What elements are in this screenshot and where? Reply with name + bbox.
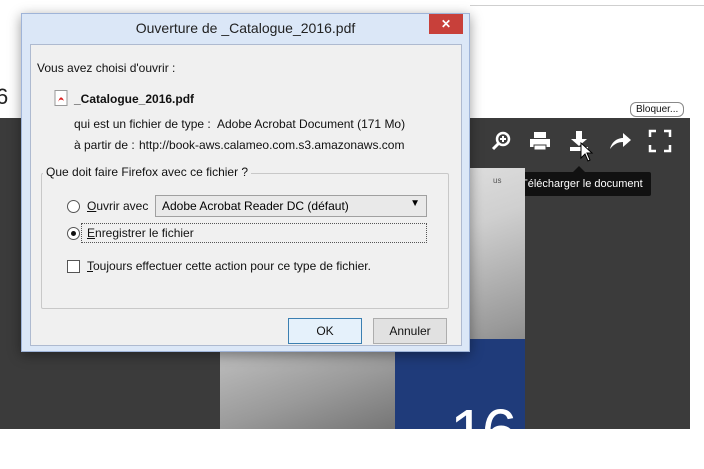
dialog-body: Vous avez choisi d'ouvrir : _Catalogue_2… — [30, 44, 462, 346]
application-select-value: Adobe Acrobat Reader DC (défaut) — [162, 199, 349, 213]
save-file-label[interactable]: Enregistrer le fichier — [87, 226, 194, 240]
always-text: oujours effectuer cette action pour ce t… — [93, 259, 371, 273]
save-file-accel: E — [87, 226, 96, 240]
cover-year: 16 — [450, 396, 517, 468]
share-icon[interactable] — [605, 126, 635, 156]
cancel-button[interactable]: Annuler — [373, 318, 447, 344]
chevron-down-icon: ▼ — [410, 198, 420, 209]
download-tooltip: Télécharger le document — [513, 166, 651, 196]
from-label: à partir de : — [74, 138, 135, 152]
dialog-titlebar[interactable]: Ouverture de _Catalogue_2016.pdf — [22, 14, 469, 42]
close-button[interactable]: ✕ — [429, 14, 463, 34]
open-with-text: uvrir avec — [96, 199, 149, 213]
open-with-accel: O — [87, 199, 97, 213]
always-label[interactable]: Toujours effectuer cette action pour ce … — [87, 259, 371, 273]
open-file-dialog: Ouverture de _Catalogue_2016.pdf ✕ Vous … — [21, 13, 470, 352]
fullscreen-icon[interactable] — [645, 126, 675, 156]
save-file-radio[interactable] — [67, 227, 80, 240]
type-value: Adobe Acrobat Document (171 Mo) — [217, 117, 406, 131]
mouse-cursor — [580, 141, 594, 167]
dialog-title: Ouverture de _Catalogue_2016.pdf — [135, 20, 356, 36]
file-name: _Catalogue_2016.pdf — [74, 92, 195, 106]
chosen-label: Vous avez choisi d'ouvrir : — [37, 61, 176, 75]
ok-button[interactable]: OK — [288, 318, 362, 344]
page-margin — [690, 118, 704, 429]
divider — [470, 5, 704, 6]
open-with-radio[interactable] — [67, 200, 80, 213]
pdf-file-icon — [54, 90, 68, 106]
block-popup-button[interactable]: Bloquer... — [630, 102, 685, 117]
application-select[interactable]: Adobe Acrobat Reader DC (défaut) ▼ — [155, 195, 427, 217]
open-with-label[interactable]: Ouvrir avec — [87, 199, 148, 213]
print-icon[interactable] — [525, 126, 555, 156]
cover-text: us — [493, 176, 502, 185]
action-question: Que doit faire Firefox avec ce fichier ? — [43, 165, 252, 179]
save-file-text: nregistrer le fichier — [95, 226, 194, 240]
always-checkbox[interactable] — [67, 260, 80, 273]
type-label: qui est un fichier de type : — [74, 117, 211, 131]
from-value: http://book-aws.calameo.com.s3.amazonaws… — [139, 138, 405, 152]
partial-heading-text: 6 — [0, 84, 9, 109]
zoom-in-icon[interactable] — [486, 126, 516, 156]
